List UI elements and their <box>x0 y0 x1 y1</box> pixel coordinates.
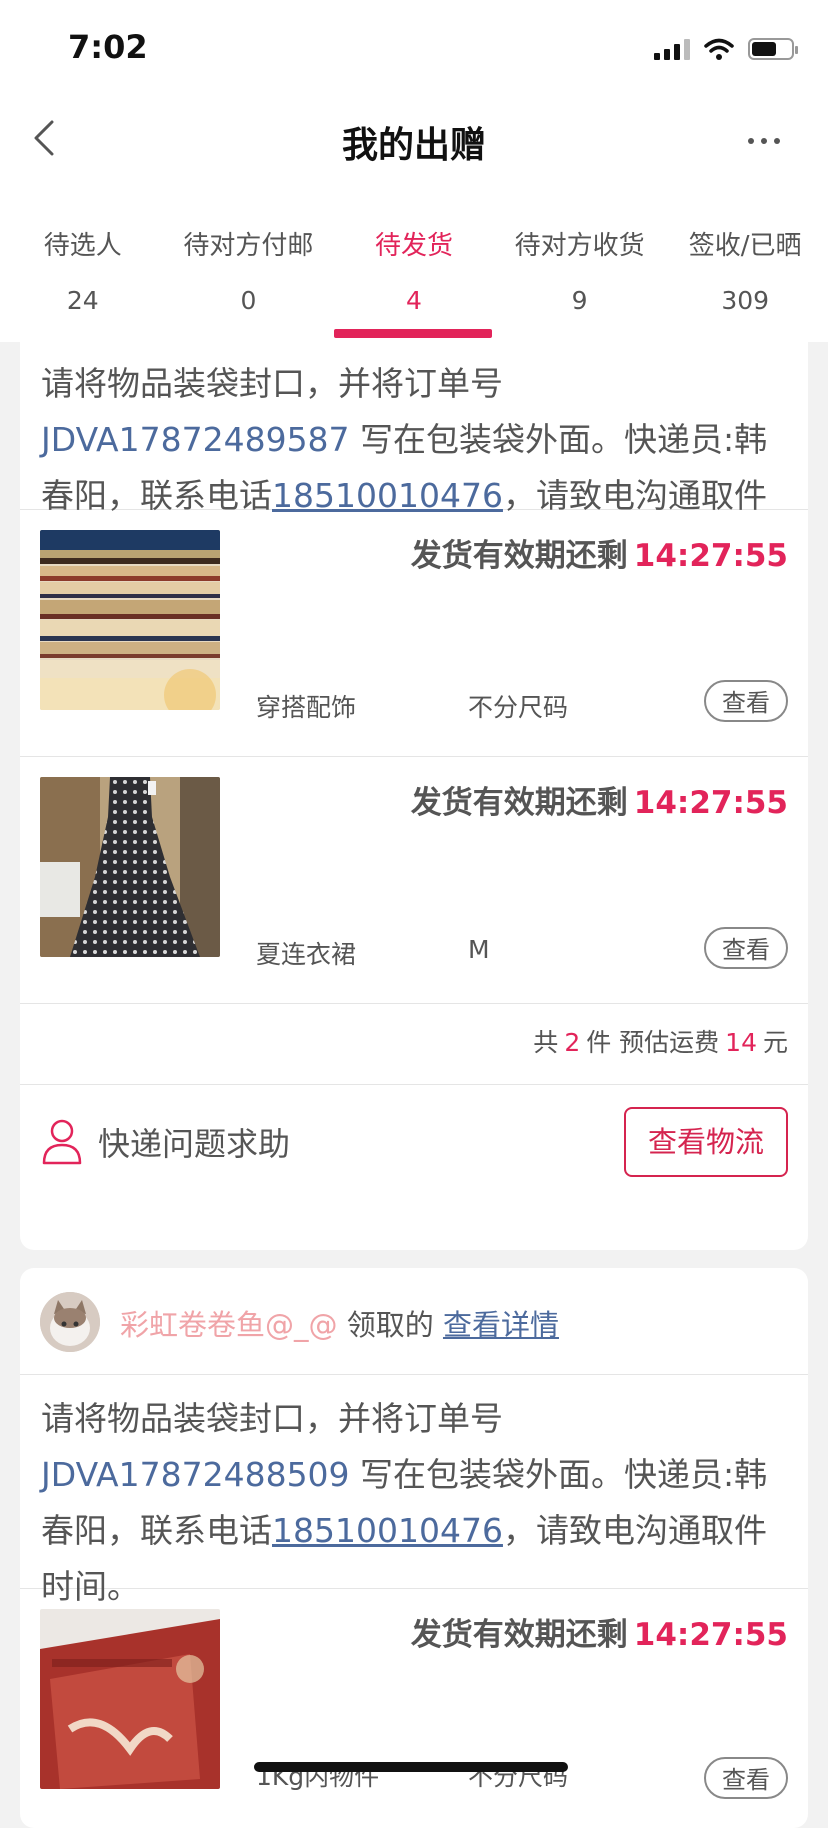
tab-label: 待选人 <box>43 231 122 261</box>
receiver-line: 彩虹卷卷鱼@_@ 领取的 查看详情 <box>120 1302 559 1344</box>
deadline-countdown: 14:27:55 <box>633 538 788 574</box>
tab-label: 待对方收货 <box>514 231 645 261</box>
summary-text: 共 <box>533 1028 559 1057</box>
instruction-text: 请将物品装袋封口，并将订单号 <box>41 1399 503 1438</box>
tab-pending-postage[interactable]: 待对方付邮 0 <box>166 226 332 315</box>
item-category: 穿搭配饰 <box>256 693 357 722</box>
active-tab-indicator <box>334 329 492 338</box>
tab-label: 待发货 <box>374 231 453 261</box>
courier-phone-link[interactable]: 18510010476 <box>272 1511 503 1550</box>
shipping-instruction: 请将物品装袋封口，并将订单号 JDVA17872488509 写在包装袋外面。快… <box>20 1375 808 1606</box>
order-number[interactable]: JDVA17872489587 <box>41 420 350 459</box>
view-item-button[interactable]: 查看 <box>704 680 788 722</box>
wifi-icon <box>704 38 734 60</box>
summary-text: 件 预估运费 <box>586 1028 720 1057</box>
user-icon[interactable] <box>42 1117 82 1165</box>
order-summary: 共2件 预估运费 14 元 <box>20 1004 808 1085</box>
tab-count: 24 <box>66 286 99 315</box>
deadline-label: 发货有效期还剩 <box>410 1617 628 1653</box>
order-item: 发货有效期还剩 14:27:55 夏连衣裙 M 查看 <box>20 757 808 1004</box>
view-item-button[interactable]: 查看 <box>704 927 788 969</box>
more-icon[interactable] <box>748 138 780 144</box>
tab-signed[interactable]: 签收/已晒 309 <box>662 226 828 315</box>
home-indicator[interactable] <box>254 1762 568 1772</box>
tab-count: 4 <box>406 286 422 315</box>
receiver-row: 彩虹卷卷鱼@_@ 领取的 查看详情 <box>20 1268 808 1375</box>
shipping-fee: 14 <box>725 1028 757 1057</box>
scarf-photo[interactable] <box>40 530 220 710</box>
tab-pending-select[interactable]: 待选人 24 <box>0 226 166 315</box>
polka-dot-dress-photo[interactable] <box>40 777 220 957</box>
item-size: 不分尺码 <box>468 693 569 722</box>
page-title: 我的出赠 <box>341 125 486 166</box>
item-size: M <box>468 935 490 964</box>
ship-deadline: 发货有效期还剩 14:27:55 <box>411 777 788 822</box>
courier-help-link[interactable]: 快递问题求助 <box>98 1119 290 1165</box>
tab-pending-shipment[interactable]: 待发货 4 <box>331 226 497 315</box>
tab-label: 待对方付邮 <box>183 231 314 261</box>
ship-deadline: 发货有效期还剩 14:27:55 <box>411 1609 788 1654</box>
receiver-action: 领取的 <box>346 1308 434 1342</box>
status-icons <box>654 34 798 64</box>
battery-icon <box>748 38 798 60</box>
top-bar: 7:02 我的出赠 待选人 24 待对方付邮 0 待发货 4 待对方收货 9 签… <box>0 0 828 342</box>
tab-label: 签收/已晒 <box>688 231 802 261</box>
view-details-link[interactable]: 查看详情 <box>443 1308 559 1342</box>
status-tabs: 待选人 24 待对方付邮 0 待发货 4 待对方收货 9 签收/已晒 309 <box>0 226 828 315</box>
signal-icon <box>654 38 690 60</box>
item-count: 2 <box>564 1028 581 1057</box>
view-item-button[interactable]: 查看 <box>704 1757 788 1799</box>
instruction-text: 请将物品装袋封口，并将订单号 <box>41 364 503 403</box>
view-logistics-button[interactable]: 查看物流 <box>624 1107 788 1177</box>
order-item: 发货有效期还剩 14:27:55 1Kg内物件 不分尺码 查看 <box>20 1589 808 1828</box>
tab-pending-receipt[interactable]: 待对方收货 9 <box>497 226 663 315</box>
deadline-countdown: 14:27:55 <box>633 1617 788 1653</box>
item-category: 夏连衣裙 <box>256 940 357 969</box>
avatar[interactable] <box>40 1292 100 1352</box>
help-row: 快递问题求助 查看物流 <box>20 1085 808 1211</box>
order-card: 请将物品装袋封口，并将订单号 JDVA17872489587 写在包装袋外面。快… <box>20 310 808 1250</box>
order-number[interactable]: JDVA17872488509 <box>41 1455 350 1494</box>
summary-text: 元 <box>762 1028 788 1057</box>
tab-count: 0 <box>240 286 257 315</box>
deadline-label: 发货有效期还剩 <box>410 538 628 574</box>
tab-count: 309 <box>721 286 770 315</box>
deadline-countdown: 14:27:55 <box>633 785 788 821</box>
order-card: 彩虹卷卷鱼@_@ 领取的 查看详情 请将物品装袋封口，并将订单号 JDVA178… <box>20 1268 808 1828</box>
tab-count: 9 <box>571 286 588 315</box>
order-item: 发货有效期还剩 14:27:55 穿搭配饰 不分尺码 查看 <box>20 510 808 757</box>
status-time: 7:02 <box>68 28 148 66</box>
tea-box-photo[interactable] <box>40 1609 220 1789</box>
ship-deadline: 发货有效期还剩 14:27:55 <box>411 530 788 575</box>
receiver-nickname[interactable]: 彩虹卷卷鱼@_@ <box>120 1308 338 1342</box>
deadline-label: 发货有效期还剩 <box>410 785 628 821</box>
